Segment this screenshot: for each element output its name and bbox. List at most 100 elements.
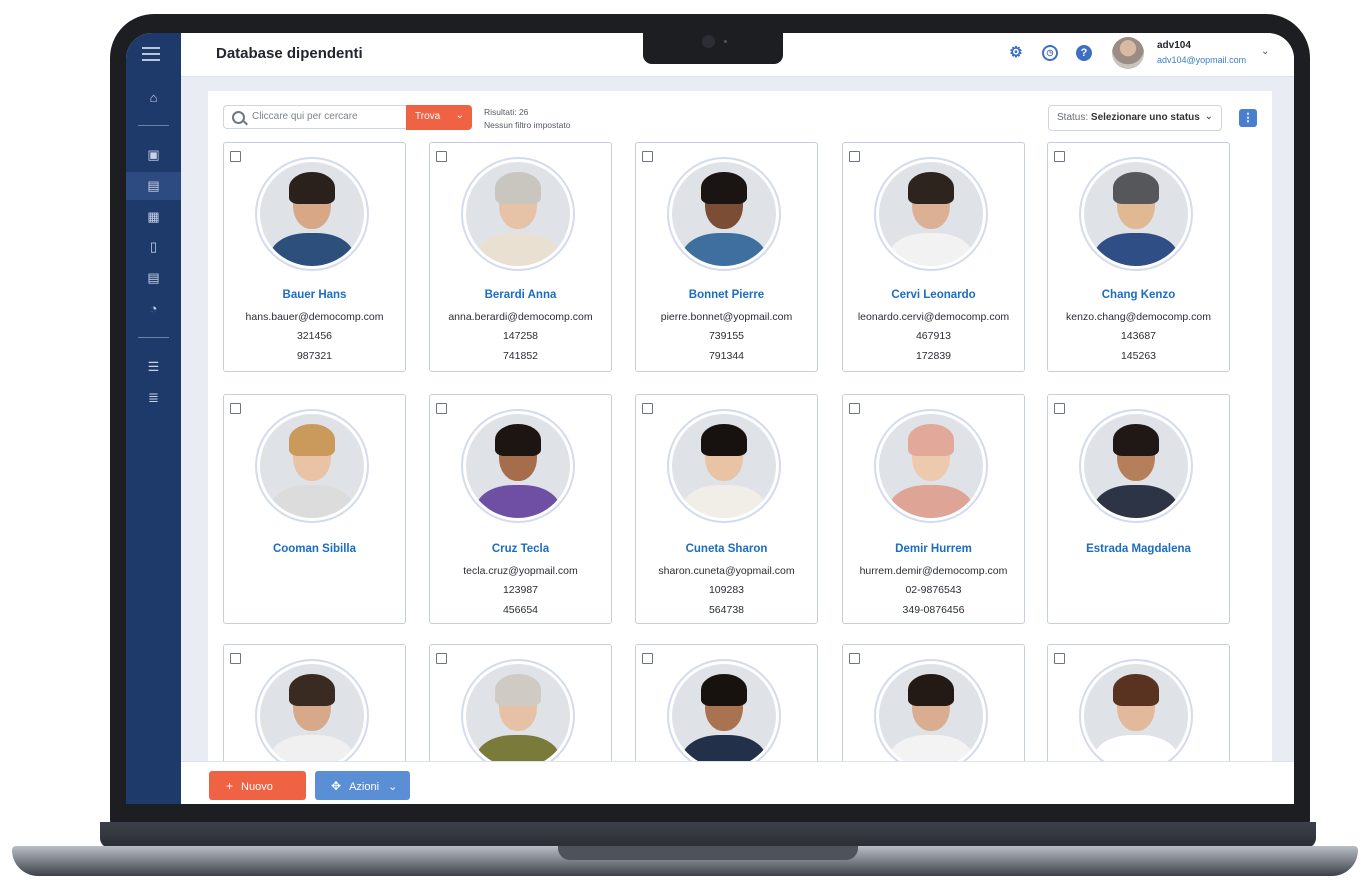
employee-mobile: 145263: [1120, 350, 1157, 362]
select-checkbox[interactable]: [849, 653, 860, 664]
employee-email: tecla.cruz@yopmail.com: [463, 565, 578, 577]
employee-mobile: 564738: [708, 604, 745, 616]
employee-mobile: 741852: [502, 350, 539, 362]
find-button[interactable]: Trova ⌄: [406, 105, 472, 130]
table-icon[interactable]: ≣: [126, 384, 181, 412]
search-icon: [232, 111, 245, 124]
employee-phone: 467913: [915, 330, 952, 342]
select-checkbox[interactable]: [230, 653, 241, 664]
select-checkbox[interactable]: [230, 151, 241, 162]
sidebar: ⌂ ▣ ▤ ▦ ▯ ▤ ◔ ☰ ≣: [126, 33, 181, 804]
search-input[interactable]: [250, 110, 404, 123]
employee-card[interactable]: Estrada Magdalena: [1047, 394, 1230, 624]
select-checkbox[interactable]: [642, 151, 653, 162]
select-checkbox[interactable]: [436, 403, 447, 414]
content-panel: Trova ⌄ Risultati: 26 Nessun filtro impo…: [208, 91, 1272, 804]
laptop-chin: [100, 822, 1316, 848]
page-title: Database dipendenti: [216, 45, 363, 62]
avatar[interactable]: [1112, 37, 1144, 69]
employee-photo: [667, 659, 781, 773]
employee-photo: [1079, 659, 1193, 773]
document-icon[interactable]: ▯: [126, 233, 181, 261]
employee-card[interactable]: Demir Hurrem hurrem.demir@democomp.com 02-…: [842, 394, 1025, 624]
sidebar-divider: [138, 125, 169, 126]
new-button-label: Nuovo: [241, 781, 273, 793]
home-icon[interactable]: ⌂: [126, 83, 181, 111]
employee-photo: [667, 409, 781, 523]
employee-name[interactable]: Cruz Tecla: [430, 543, 611, 555]
sidebar-divider: [138, 337, 169, 338]
employee-photo: [874, 409, 988, 523]
employee-name[interactable]: Berardi Anna: [430, 289, 611, 301]
employee-card[interactable]: Bauer Hans hans.bauer@democomp.com 321456 9…: [223, 142, 406, 372]
employee-photo: [255, 157, 369, 271]
chevron-down-icon[interactable]: ⌄: [1261, 46, 1269, 57]
select-checkbox[interactable]: [1054, 653, 1065, 664]
calendar-icon[interactable]: ▦: [126, 203, 181, 231]
select-checkbox[interactable]: [642, 403, 653, 414]
clock-icon[interactable]: ◔: [126, 294, 181, 322]
select-checkbox[interactable]: [436, 151, 447, 162]
list-icon[interactable]: ☰: [126, 353, 181, 381]
employee-card[interactable]: Bonnet Pierre pierre.bonnet@yopmail.com 73…: [635, 142, 818, 372]
id-card-icon[interactable]: ▤: [126, 172, 181, 200]
actions-button-label: Azioni: [349, 781, 380, 793]
employee-name[interactable]: Cooman Sibilla: [224, 543, 405, 555]
employee-photo: [255, 659, 369, 773]
employee-email: kenzo.chang@democomp.com: [1066, 311, 1211, 323]
footer-bar: + Nuovo ✥ Azioni ⌄: [181, 761, 1294, 804]
status-select[interactable]: Status: Selezionare uno status ⌄: [1048, 105, 1222, 131]
select-checkbox[interactable]: [230, 403, 241, 414]
gear-icon[interactable]: ⚙: [1008, 45, 1024, 61]
employee-mobile: 172839: [915, 350, 952, 362]
new-button[interactable]: + Nuovo: [209, 771, 306, 800]
clock-icon[interactable]: ◷: [1042, 45, 1058, 61]
briefcase-icon[interactable]: ▣: [126, 141, 181, 169]
employee-photo: [667, 157, 781, 271]
employee-photo: [1079, 409, 1193, 523]
employee-name[interactable]: Bauer Hans: [224, 289, 405, 301]
select-checkbox[interactable]: [1054, 151, 1065, 162]
employee-name[interactable]: Chang Kenzo: [1048, 289, 1229, 301]
select-checkbox[interactable]: [642, 653, 653, 664]
select-checkbox[interactable]: [1054, 403, 1065, 414]
employee-card[interactable]: Cruz Tecla tecla.cruz@yopmail.com 123987 45…: [429, 394, 612, 624]
hamburger-menu-icon[interactable]: [142, 47, 160, 65]
employee-phone: 109283: [708, 584, 745, 596]
employee-phone: 147258: [502, 330, 539, 342]
employee-card[interactable]: Berardi Anna anna.berardi@democomp.com 147…: [429, 142, 612, 372]
employee-card[interactable]: Cuneta Sharon sharon.cuneta@yopmail.com 10…: [635, 394, 818, 624]
status-label: Status:: [1057, 112, 1089, 123]
employee-phone: 321456: [296, 330, 333, 342]
chevron-down-icon[interactable]: ⌄: [456, 110, 464, 121]
employee-name[interactable]: Cuneta Sharon: [636, 543, 817, 555]
user-name: adv104: [1157, 40, 1191, 51]
employee-card[interactable]: Cooman Sibilla: [223, 394, 406, 624]
employee-phone: 143687: [1120, 330, 1157, 342]
help-icon[interactable]: ?: [1076, 45, 1092, 61]
employee-email: sharon.cuneta@yopmail.com: [658, 565, 795, 577]
actions-button[interactable]: ✥ Azioni ⌄: [315, 771, 410, 800]
search-box[interactable]: [223, 105, 406, 129]
notes-icon[interactable]: ▤: [126, 264, 181, 292]
results-count: Risultati: 26: [484, 107, 529, 117]
employee-name[interactable]: Demir Hurrem: [843, 543, 1024, 555]
plus-icon: +: [226, 779, 234, 793]
select-checkbox[interactable]: [436, 653, 447, 664]
employee-mobile: 456654: [502, 604, 539, 616]
employee-name[interactable]: Estrada Magdalena: [1048, 543, 1229, 555]
employee-card[interactable]: Chang Kenzo kenzo.chang@democomp.com 14368…: [1047, 142, 1230, 372]
select-checkbox[interactable]: [849, 151, 860, 162]
employee-photo: [255, 409, 369, 523]
employee-card[interactable]: Cervi Leonardo leonardo.cervi@democomp.co…: [842, 142, 1025, 372]
employee-phone: 02-9876543: [905, 584, 962, 596]
employee-email: pierre.bonnet@yopmail.com: [660, 311, 793, 323]
more-options-button[interactable]: ⋮: [1239, 109, 1257, 127]
select-checkbox[interactable]: [849, 403, 860, 414]
laptop-hinge: [558, 846, 858, 860]
employee-mobile: 349-0876456: [902, 604, 965, 616]
employee-mobile: 791344: [708, 350, 745, 362]
results-info: Risultati: 26 Nessun filtro impostato: [484, 106, 570, 132]
employee-name[interactable]: Bonnet Pierre: [636, 289, 817, 301]
employee-name[interactable]: Cervi Leonardo: [843, 289, 1024, 301]
